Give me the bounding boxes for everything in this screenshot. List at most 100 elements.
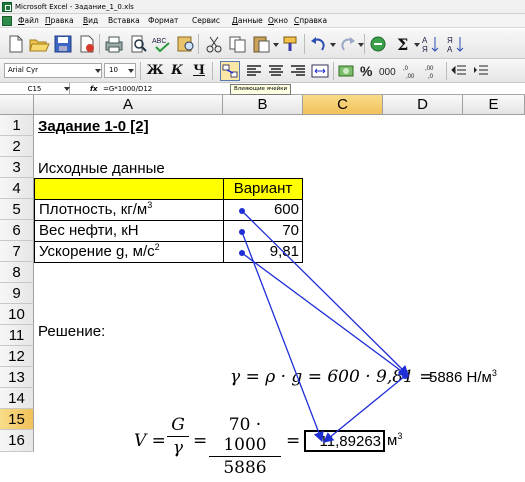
header-empty-cell[interactable] <box>34 178 224 200</box>
section-input-label[interactable]: Исходные данные <box>38 159 165 178</box>
row-header[interactable]: 3 <box>0 157 34 178</box>
row-header[interactable]: 6 <box>0 220 34 241</box>
menu-help[interactable]: Справка <box>294 14 327 28</box>
align-right-icon[interactable] <box>289 62 307 80</box>
open-folder-icon[interactable] <box>28 34 50 54</box>
print-icon[interactable] <box>103 34 125 54</box>
sheet-title[interactable]: Задание 1-0 [2] <box>38 117 149 136</box>
menu-tools[interactable]: Сервис <box>192 14 220 28</box>
v-denominator-1: γ <box>172 438 184 458</box>
row-header[interactable]: 5 <box>0 199 34 220</box>
spelling-icon[interactable]: ABC <box>151 34 173 54</box>
row-header[interactable]: 9 <box>0 283 34 304</box>
cut-icon[interactable] <box>203 34 225 54</box>
font-name-select[interactable]: Arial Cyr <box>4 63 102 78</box>
select-all-corner[interactable] <box>0 95 34 115</box>
thousands-separator-icon[interactable]: 000 <box>378 62 400 80</box>
hyperlink-icon[interactable] <box>368 34 390 54</box>
workbook-icon[interactable] <box>2 16 12 26</box>
row-header[interactable]: 8 <box>0 262 34 283</box>
menu-format[interactable]: Формат <box>148 14 178 28</box>
name-box-dropdown-icon[interactable] <box>64 87 70 91</box>
v-denominator-2: 5886 <box>223 458 267 478</box>
gamma-result[interactable]: 5886 Н/м3 <box>429 369 497 387</box>
menu-edit[interactable]: Правка <box>45 14 74 28</box>
decrease-decimal-icon[interactable]: ,00,0 <box>424 62 442 80</box>
align-left-icon[interactable] <box>245 62 263 80</box>
param-label-density[interactable]: Плотность, кг/м3 <box>34 199 224 221</box>
paste-dropdown-icon[interactable] <box>273 43 279 47</box>
row-header[interactable]: 2 <box>0 136 34 157</box>
column-header-c[interactable]: C <box>303 95 383 115</box>
font-name-dropdown-icon[interactable] <box>95 69 101 73</box>
italic-button[interactable]: К <box>168 62 186 80</box>
column-header-a[interactable]: A <box>34 95 223 115</box>
redo-icon[interactable] <box>336 34 358 54</box>
standard-toolbar: ABC Σ AЯ ЯA <box>0 29 525 59</box>
param-value-density[interactable]: 600 <box>223 199 303 221</box>
selected-cell-c15[interactable]: 11,89263 <box>304 430 385 452</box>
row-header[interactable]: 13 <box>0 367 34 388</box>
underline-button[interactable]: Ч <box>190 62 208 80</box>
row-header[interactable]: 16 <box>0 430 34 452</box>
name-box[interactable]: C15 <box>0 83 70 95</box>
menu-data[interactable]: Данные <box>232 14 263 28</box>
title-bar: Microsoft Excel - Задание_1_0.xls <box>0 0 525 14</box>
new-document-icon[interactable] <box>4 34 26 54</box>
param-label-weight[interactable]: Вес нефти, кН <box>34 220 224 242</box>
column-header-b[interactable]: B <box>223 95 303 115</box>
bold-button[interactable]: Ж <box>146 62 164 80</box>
v-lhs: V = <box>134 431 166 451</box>
sort-descending-icon[interactable]: ЯA <box>445 34 467 54</box>
excel-app-icon[interactable] <box>2 2 12 12</box>
print-preview-icon[interactable] <box>127 34 149 54</box>
increase-decimal-icon[interactable]: ,0,00 <box>402 62 420 80</box>
svg-text:,0: ,0 <box>428 74 434 80</box>
v-fraction-1: G γ <box>167 415 189 458</box>
row-header[interactable]: 10 <box>0 304 34 325</box>
column-header-e[interactable]: E <box>463 95 525 115</box>
param-value-weight[interactable]: 70 <box>223 220 303 242</box>
formula-input[interactable]: =G*1000/D12 <box>103 83 152 95</box>
paste-icon[interactable] <box>251 34 273 54</box>
window-title: Microsoft Excel - Задание_1_0.xls <box>15 3 134 11</box>
autosum-icon[interactable]: Σ <box>393 34 415 54</box>
align-center-icon[interactable] <box>267 62 285 80</box>
row-header[interactable]: 12 <box>0 346 34 367</box>
param-value-gravity[interactable]: 9,81 <box>223 241 303 263</box>
svg-text:000: 000 <box>379 67 396 78</box>
merge-center-icon[interactable] <box>311 62 329 80</box>
row-header[interactable]: 14 <box>0 388 34 409</box>
insert-function-icon[interactable]: fx <box>90 83 98 95</box>
svg-text:A: A <box>447 45 453 54</box>
v-unit[interactable]: м3 <box>387 431 402 451</box>
column-header-d[interactable]: D <box>383 95 463 115</box>
row-header-selected[interactable]: 15 <box>0 409 34 430</box>
decrease-indent-icon[interactable] <box>450 62 468 80</box>
save-icon[interactable] <box>52 34 74 54</box>
row-header[interactable]: 4 <box>0 178 34 199</box>
trace-precedents-button[interactable] <box>220 61 240 81</box>
menu-file[interactable]: Файл <box>18 14 39 28</box>
param-label-gravity[interactable]: Ускорение g, м/с2 <box>34 241 224 263</box>
row-header[interactable]: 7 <box>0 241 34 262</box>
menu-insert[interactable]: Вставка <box>108 14 140 28</box>
copy-icon[interactable] <box>227 34 249 54</box>
menu-view[interactable]: Вид <box>83 14 98 28</box>
menu-window[interactable]: Окно <box>268 14 288 28</box>
format-painter-icon[interactable] <box>280 34 302 54</box>
font-size-dropdown-icon[interactable] <box>128 69 134 73</box>
svg-text:Я: Я <box>447 36 453 45</box>
percent-icon[interactable]: % <box>358 62 376 80</box>
section-solution-label[interactable]: Решение: <box>38 322 105 341</box>
currency-icon[interactable] <box>337 62 355 80</box>
variant-header[interactable]: Вариант <box>223 178 303 200</box>
increase-indent-icon[interactable] <box>472 62 490 80</box>
row-header[interactable]: 11 <box>0 325 34 346</box>
undo-icon[interactable] <box>308 34 330 54</box>
sort-ascending-icon[interactable]: AЯ <box>420 34 442 54</box>
research-icon[interactable] <box>175 34 197 54</box>
row-header[interactable]: 1 <box>0 115 34 136</box>
permission-icon[interactable] <box>76 34 98 54</box>
trace-arrow-weight <box>241 231 324 443</box>
